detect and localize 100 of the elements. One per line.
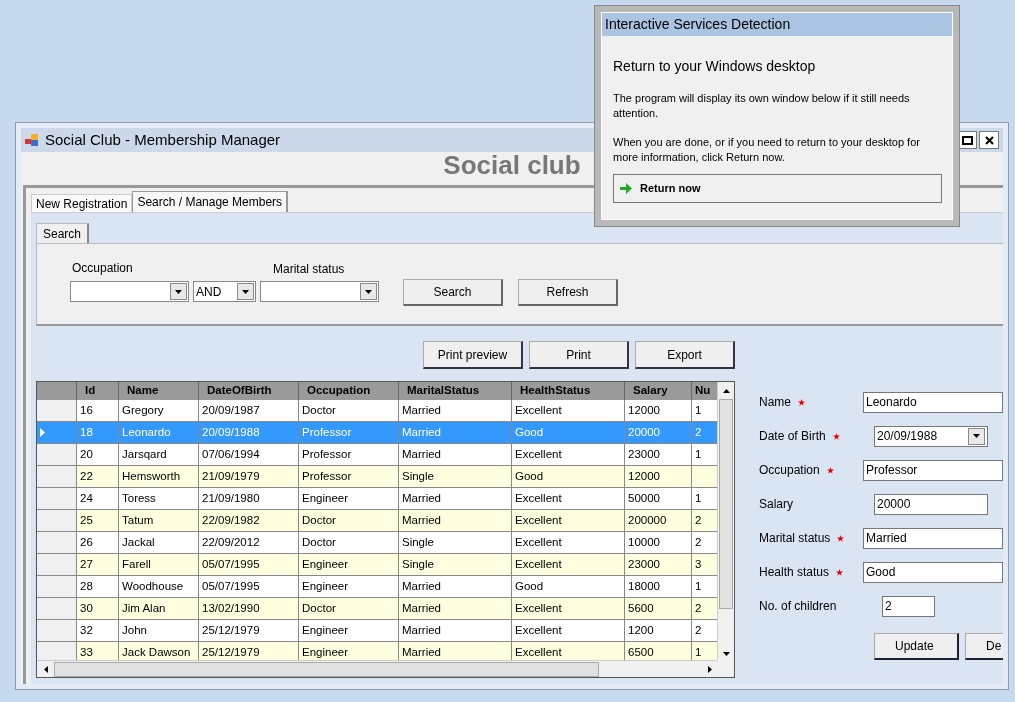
input-field[interactable]: Married <box>863 527 1003 549</box>
table-cell-text: Jarsqard <box>122 446 167 462</box>
action-button[interactable]: Print preview <box>423 341 523 369</box>
scroll-right-icon <box>707 665 712 673</box>
search-button[interactable]: Search <box>403 279 503 306</box>
caret-icon <box>242 289 249 294</box>
table-cell-text: John <box>122 622 147 638</box>
action-button[interactable]: Print <box>529 341 629 369</box>
column-header[interactable]: Nu <box>692 382 718 400</box>
table-cell-text: Tatum <box>122 512 154 528</box>
table-cell-text: Married <box>402 578 441 594</box>
table-cell-text: 1 <box>695 446 702 462</box>
field-label: Name <box>759 394 791 411</box>
table-row[interactable]: 26 Jackal 22/09/2012 Doctor Single Excellent 10000 2 <box>37 532 718 554</box>
tab[interactable]: Search / Manage Members <box>132 191 289 212</box>
scroll-up-icon <box>722 388 730 393</box>
row-header[interactable] <box>37 488 77 509</box>
table-cell-text: Engineer <box>302 578 349 594</box>
table-cell-text: 32 <box>80 622 93 638</box>
table-row[interactable]: 30 Jim Alan 13/02/1990 Doctor Married Excellent 5600 2 <box>37 598 718 620</box>
close-button[interactable] <box>979 131 999 149</box>
field-label: No. of children <box>759 598 837 615</box>
table-cell-text: Jack Dawson <box>122 644 191 660</box>
vertical-scrollbar[interactable] <box>717 382 734 662</box>
table-cell-text: Toress <box>122 490 156 506</box>
input-field[interactable]: Good <box>863 561 1003 583</box>
table-cell-text: 22 <box>80 468 93 484</box>
input-field[interactable]: 20000 <box>874 493 988 515</box>
table-cell-text: Leonardo <box>122 424 171 440</box>
input-field[interactable]: Leonardo <box>863 391 1003 413</box>
row-header[interactable] <box>37 598 77 619</box>
row-header[interactable] <box>37 466 77 487</box>
table-cell-text: Excellent <box>515 600 562 616</box>
scroll-thumb[interactable] <box>719 399 733 609</box>
table-cell-text: 25 <box>80 512 93 528</box>
row-header[interactable] <box>37 422 77 443</box>
table-cell-text: 23000 <box>628 556 660 572</box>
table-cell-text: Excellent <box>515 490 562 506</box>
table-cell-text: 6500 <box>628 644 654 660</box>
table-cell-text: Married <box>402 644 441 660</box>
table-cell-text: Doctor <box>302 402 336 418</box>
input-field[interactable]: Professor <box>863 459 1003 481</box>
action-button[interactable]: Export <box>635 341 735 369</box>
row-header[interactable] <box>37 532 77 553</box>
return-now-button[interactable]: Return now <box>613 174 942 203</box>
row-header[interactable] <box>37 642 77 662</box>
tab[interactable]: New Registration <box>31 194 133 212</box>
table-cell-text: Excellent <box>515 622 562 638</box>
table-row[interactable]: 24 Toress 21/09/1980 Engineer Married Excellent 50000 1 <box>37 488 718 510</box>
dropdown-button[interactable] <box>170 283 187 300</box>
caret-icon <box>365 289 372 294</box>
row-header[interactable] <box>37 554 77 575</box>
dropdown-button[interactable] <box>968 427 985 445</box>
table-cell-text: Engineer <box>302 644 349 660</box>
table-row[interactable]: 20 Jarsqard 07/06/1994 Professor Married Excellent 23000 1 <box>37 444 718 466</box>
table-cell-text: 21/09/1979 <box>202 468 260 484</box>
table-cell-text: 22/09/2012 <box>202 534 260 550</box>
current-row-icon <box>40 428 45 437</box>
row-header[interactable] <box>37 444 77 465</box>
caret-icon <box>175 289 182 294</box>
table-row[interactable]: 28 Woodhouse 05/07/1995 Engineer Married Good 18000 1 <box>37 576 718 598</box>
table-cell-text: 20000 <box>628 424 660 440</box>
date-picker[interactable]: 20/09/1988 <box>874 425 988 447</box>
search-button[interactable]: Refresh <box>518 279 618 306</box>
table-cell-text: Engineer <box>302 622 349 638</box>
table-cell-text: Engineer <box>302 490 349 506</box>
row-header[interactable] <box>37 510 77 531</box>
table-cell-text: Excellent <box>515 534 562 550</box>
table-cell-text: 1 <box>695 644 702 660</box>
table-cell-text: Professor <box>302 446 352 462</box>
app-icon <box>25 133 39 147</box>
table-row[interactable]: 27 Farell 05/07/1995 Engineer Single Excellent 23000 3 <box>37 554 718 576</box>
form-button[interactable]: Update <box>874 633 959 660</box>
dropdown-button[interactable] <box>237 283 254 300</box>
form-button[interactable]: De <box>965 633 1003 660</box>
row-header[interactable] <box>37 620 77 641</box>
dialog-title: Interactive Services Detection <box>605 15 791 34</box>
table-cell-text: 13/02/1990 <box>202 600 260 616</box>
table-cell-text: 2 <box>695 600 702 616</box>
operator-dropdown[interactable]: AND <box>193 281 256 302</box>
tab[interactable]: Search <box>36 223 90 243</box>
table-row[interactable]: 22 Hemsworth 21/09/1979 Professor Single Good 12000 <box>37 466 718 488</box>
table-row[interactable]: 16 Gregory 20/09/1987 Doctor Married Excellent 12000 1 <box>37 400 718 422</box>
table-cell-text: Excellent <box>515 556 562 572</box>
table-cell-text: Married <box>402 600 441 616</box>
row-header[interactable] <box>37 576 77 597</box>
row-header[interactable] <box>37 400 77 421</box>
table-cell-text: Gregory <box>122 402 164 418</box>
table-cell-text: Married <box>402 622 441 638</box>
scroll-thumb[interactable] <box>54 661 599 677</box>
dropdown-button[interactable] <box>360 283 377 300</box>
table-row[interactable]: 32 John 25/12/1979 Engineer Married Excellent 1200 2 <box>37 620 718 642</box>
field-label: Occupation <box>72 260 133 277</box>
horizontal-scrollbar[interactable] <box>37 660 718 677</box>
table-cell-text: Professor <box>302 468 352 484</box>
table-row[interactable]: 25 Tatum 22/09/1982 Doctor Married Excellent 200000 2 <box>37 510 718 532</box>
table-cell-text: 26 <box>80 534 93 550</box>
table-row[interactable]: 33 Jack Dawson 25/12/1979 Engineer Married Excellent 6500 1 <box>37 642 718 662</box>
table-cell-text: Married <box>402 446 441 462</box>
input-field[interactable]: 2 <box>882 595 935 617</box>
